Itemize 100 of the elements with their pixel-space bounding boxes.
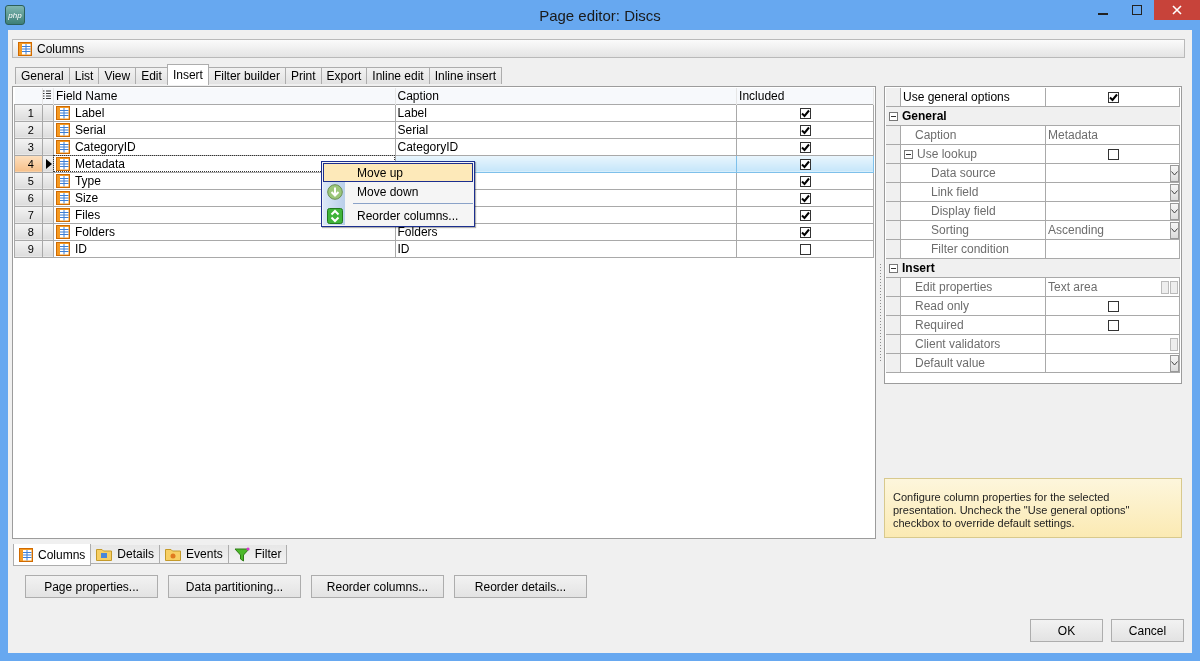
close-icon (1172, 5, 1182, 15)
dropdown-button[interactable] (1170, 202, 1179, 220)
property-label: Required (915, 318, 964, 332)
cancel-button[interactable]: Cancel (1111, 619, 1184, 642)
property-row[interactable]: Client validators (886, 335, 1180, 354)
app-logo: php (5, 5, 25, 25)
tab[interactable]: Inline edit (366, 67, 430, 84)
property-value: Text area (1048, 280, 1098, 294)
property-row[interactable]: Data source (886, 164, 1180, 183)
field-icon (55, 224, 70, 239)
tab[interactable]: Columns (13, 544, 92, 566)
caption-cell: Label (397, 105, 427, 120)
tab[interactable]: Print (284, 67, 322, 84)
dropdown-button[interactable] (1170, 164, 1179, 182)
tab[interactable]: Details (90, 545, 161, 564)
property-row[interactable]: Read only (886, 297, 1180, 316)
section-title: Insert (902, 261, 935, 275)
property-row[interactable]: Display field (886, 202, 1180, 221)
tab[interactable]: Insert (166, 64, 209, 85)
section-header[interactable]: General (886, 107, 1180, 126)
row-number: 1 (27, 106, 34, 119)
action-button[interactable]: Data partitioning... (168, 575, 301, 598)
property-label: Caption (915, 128, 957, 142)
tab[interactable]: General (15, 67, 70, 84)
property-value: Ascending (1048, 223, 1105, 237)
row-number: 4 (27, 157, 34, 170)
tab[interactable]: View (98, 67, 137, 84)
row-number: 3 (27, 140, 34, 153)
menu-item[interactable]: Reorder columns... (323, 206, 473, 225)
checkbox[interactable] (799, 226, 811, 238)
column-header[interactable]: Field Name (55, 88, 118, 103)
field-name: Serial (74, 122, 106, 137)
checkbox[interactable] (799, 158, 811, 170)
menu-item[interactable]: Move up (323, 163, 473, 182)
property-row[interactable]: Default value (886, 354, 1180, 373)
field-icon (55, 190, 70, 205)
property-label: Client validators (915, 337, 1001, 351)
tab[interactable]: Export (320, 67, 368, 84)
property-label: Sorting (931, 223, 970, 237)
tab[interactable]: Filter builder (207, 67, 286, 84)
field-icon (55, 139, 70, 154)
property-row[interactable]: Link field (886, 183, 1180, 202)
column-header[interactable]: Caption (397, 88, 439, 103)
field-icon (55, 207, 70, 222)
property-label: Read only (915, 299, 970, 313)
dropdown-button[interactable] (1170, 221, 1179, 239)
tab[interactable]: Filter (227, 545, 288, 564)
property-label: Edit properties (915, 280, 993, 294)
property-label: Link field (931, 185, 979, 199)
action-button[interactable]: Page properties... (25, 575, 158, 598)
checkbox[interactable] (799, 243, 811, 255)
checkbox[interactable] (799, 124, 811, 136)
field-name: Size (74, 190, 99, 205)
folder-icon (96, 547, 113, 561)
section-header[interactable]: Insert (886, 259, 1180, 278)
current-row-icon (45, 158, 52, 169)
tab[interactable]: Inline insert (428, 67, 503, 84)
checkbox[interactable] (799, 107, 811, 119)
collapse-icon[interactable] (904, 149, 913, 159)
checkbox[interactable] (799, 141, 811, 153)
tab[interactable]: Edit (135, 67, 168, 84)
ok-button[interactable]: OK (1030, 619, 1103, 642)
caret-icon (1171, 170, 1178, 176)
tab[interactable]: Events (159, 545, 229, 564)
row-number: 8 (27, 225, 34, 238)
caption-cell: Serial (397, 122, 429, 137)
caret-icon (1171, 208, 1178, 214)
property-label: Default value (915, 356, 986, 370)
checkbox[interactable] (799, 192, 811, 204)
property-row[interactable]: Use general options (886, 88, 1180, 107)
property-row[interactable]: Use lookup (886, 145, 1180, 164)
field-name: Folders (74, 224, 115, 239)
property-label: Use lookup (917, 147, 978, 161)
dropdown-button[interactable] (1170, 354, 1179, 372)
column-chooser-icon[interactable] (42, 89, 51, 100)
checkbox[interactable] (799, 175, 811, 187)
info-text: Configure column properties for the selected presentation. Uncheck the "Use general options" checkbox to override default settings. (893, 491, 1130, 529)
dropdown-button[interactable] (1170, 183, 1179, 201)
caption-cell: ID (397, 241, 410, 256)
collapse-icon[interactable] (889, 263, 898, 273)
checkbox[interactable] (1108, 148, 1119, 160)
field-icon (55, 173, 70, 188)
section-title: General (902, 109, 947, 123)
property-row[interactable]: Required (886, 316, 1180, 335)
action-button[interactable]: Reorder columns... (311, 575, 444, 598)
property-row[interactable]: Sorting Ascending (886, 221, 1180, 240)
header-label: Columns (37, 41, 85, 56)
caret-icon (1171, 227, 1178, 233)
property-row[interactable]: Caption Metadata (886, 126, 1180, 145)
checkbox[interactable] (799, 209, 811, 221)
collapse-icon[interactable] (889, 111, 898, 121)
checkbox[interactable] (1108, 91, 1119, 103)
property-row[interactable]: Filter condition (886, 240, 1180, 259)
checkbox[interactable] (1108, 300, 1119, 312)
field-icon (55, 241, 70, 256)
action-button[interactable]: Reorder details... (454, 575, 587, 598)
checkbox[interactable] (1108, 319, 1119, 331)
row-number: 7 (27, 208, 34, 221)
checkmark-icon (1109, 92, 1118, 102)
menu-item[interactable]: Move down (323, 182, 473, 201)
